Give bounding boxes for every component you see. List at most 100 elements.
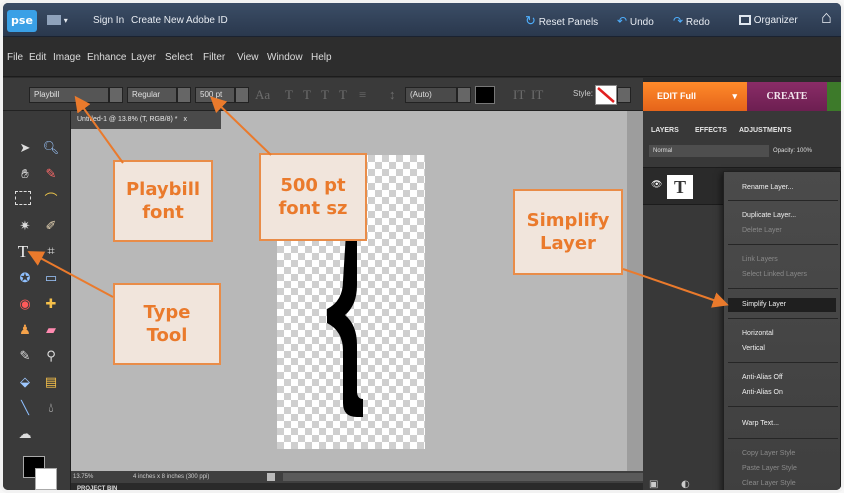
reset-panels-button[interactable]: ↻ Reset Panels: [525, 13, 598, 29]
vertical-scrollbar[interactable]: [627, 111, 643, 471]
menu-file[interactable]: File: [7, 52, 23, 63]
status-arrow-icon[interactable]: [267, 473, 275, 481]
lasso-tool-icon[interactable]: ⌒: [41, 191, 61, 211]
close-icon[interactable]: x: [183, 116, 187, 123]
menu-help[interactable]: Help: [311, 52, 332, 63]
menu-item-simplify-layer[interactable]: Simplify Layer: [728, 298, 836, 312]
font-size-field[interactable]: 500 pt: [195, 87, 235, 103]
style-dropdown[interactable]: [617, 87, 631, 103]
redo-button[interactable]: ↷ Redo: [673, 13, 710, 29]
document-tab[interactable]: Untitled-1 @ 13.8% (T, RGB/8) * x: [71, 111, 221, 129]
menu-item-anti-alias-off[interactable]: Anti-Alias Off: [742, 374, 783, 381]
tab-share[interactable]: [827, 82, 841, 111]
mode-tabs: EDIT Full ▾ CREATE: [643, 78, 841, 111]
eye-icon[interactable]: 👁︎: [651, 180, 662, 190]
create-adobe-id-link[interactable]: Create New Adobe ID: [131, 13, 228, 29]
clone-stamp-tool-icon[interactable]: ♟: [15, 321, 35, 341]
menu-item-duplicate-layer[interactable]: Duplicate Layer...: [742, 212, 796, 219]
background-color-swatch[interactable]: [35, 468, 57, 490]
menu-view[interactable]: View: [237, 52, 259, 63]
tab-edit-full[interactable]: EDIT Full ▾: [643, 82, 747, 111]
menu-enhance[interactable]: Enhance: [87, 52, 126, 63]
leading-field[interactable]: (Auto): [405, 87, 457, 103]
zoom-level[interactable]: 13.75%: [73, 471, 93, 483]
menu-item-anti-alias-on[interactable]: Anti-Alias On: [742, 389, 783, 396]
workspace-menu-button[interactable]: ▾: [47, 13, 68, 29]
menu-edit[interactable]: Edit: [29, 52, 46, 63]
menu-item-link-layers: Link Layers: [742, 256, 778, 263]
move-tool-icon[interactable]: ➤: [15, 139, 35, 159]
healing-brush-tool-icon[interactable]: ✚: [41, 295, 61, 315]
text-color-swatch[interactable]: [475, 86, 495, 104]
tab-create[interactable]: CREATE: [747, 82, 827, 111]
brush-tool-icon[interactable]: ✎: [15, 347, 35, 367]
eraser-tool-icon[interactable]: ▰: [41, 321, 61, 341]
blend-mode-select[interactable]: Normal: [649, 145, 769, 157]
document-size: 4 inches x 8 inches (300 ppi): [133, 474, 210, 480]
quick-selection-tool-icon[interactable]: ✐: [41, 217, 61, 237]
menu-item-warp-text[interactable]: Warp Text...: [742, 420, 779, 427]
hand-tool-icon[interactable]: ✋︎: [15, 165, 35, 185]
tab-edit-label: EDIT Full: [657, 91, 696, 101]
faux-bold-icon[interactable]: T: [285, 87, 293, 103]
straighten-tool-icon[interactable]: ▭: [41, 269, 61, 289]
status-bar: 13.75% 4 inches x 8 inches (300 ppi): [71, 471, 643, 483]
sign-in-link[interactable]: Sign In: [93, 13, 124, 29]
tab-effects[interactable]: EFFECTS: [695, 127, 727, 134]
horizontal-scrollbar[interactable]: [283, 473, 643, 481]
menu-item-delete-layer: Delete Layer: [742, 227, 782, 234]
menu-separator: [728, 244, 838, 245]
type-tool-icon[interactable]: T: [13, 242, 33, 262]
faux-italic-icon[interactable]: T: [303, 87, 311, 103]
tab-layers[interactable]: LAYERS: [651, 127, 679, 134]
menu-image[interactable]: Image: [53, 52, 81, 63]
menu-item-vertical[interactable]: Vertical: [742, 345, 765, 352]
callout-simplify-layer: Simplify Layer: [513, 189, 623, 275]
orientation-icon[interactable]: IT: [513, 87, 525, 103]
callout-playbill-text: Playbill font: [125, 178, 201, 223]
blur-tool-icon[interactable]: 💧︎: [41, 399, 61, 419]
warp-text-icon[interactable]: IT: [531, 87, 543, 103]
menu-filter[interactable]: Filter: [203, 52, 225, 63]
align-icon[interactable]: ≡: [359, 87, 366, 103]
font-family-field[interactable]: Playbill: [29, 87, 109, 103]
opacity-field[interactable]: Opacity: 100%: [773, 145, 812, 157]
leading-dropdown[interactable]: [457, 87, 471, 103]
smart-brush-tool-icon[interactable]: ⚲: [41, 347, 61, 367]
red-eye-tool-icon[interactable]: ◉: [15, 295, 35, 315]
style-swatch[interactable]: [595, 85, 617, 105]
callout-playbill-font: Playbill font: [113, 160, 213, 242]
new-layer-icon[interactable]: ▣: [649, 479, 658, 490]
paint-bucket-tool-icon[interactable]: ⬙: [15, 373, 35, 393]
gradient-tool-icon[interactable]: ▤: [41, 373, 61, 393]
panel-tabs: LAYERS EFFECTS ADJUSTMENTS: [643, 125, 841, 139]
undo-button[interactable]: ↶ Undo: [617, 13, 654, 29]
project-bin-bar[interactable]: PROJECT BIN: [71, 483, 643, 490]
menu-select[interactable]: Select: [165, 52, 193, 63]
tab-adjustments[interactable]: ADJUSTMENTS: [739, 127, 792, 134]
shape-tool-icon[interactable]: ╲: [15, 399, 35, 419]
underline-icon[interactable]: T: [321, 87, 329, 103]
cookie-cutter-tool-icon[interactable]: ✪: [15, 269, 35, 289]
eyedropper-tool-icon[interactable]: ✎: [41, 165, 61, 185]
font-size-dropdown[interactable]: [235, 87, 249, 103]
font-family-dropdown[interactable]: [109, 87, 123, 103]
document-tab-label: Untitled-1 @ 13.8% (T, RGB/8) *: [77, 116, 178, 123]
font-style-field[interactable]: Regular: [127, 87, 177, 103]
home-icon[interactable]: ⌂: [821, 8, 832, 26]
chevron-down-icon: ▾: [63, 16, 68, 25]
organizer-button[interactable]: Organizer: [739, 13, 798, 29]
menu-item-rename-layer[interactable]: Rename Layer...: [742, 184, 793, 191]
menu-layer[interactable]: Layer: [131, 52, 156, 63]
marquee-tool-icon[interactable]: [15, 191, 31, 205]
crop-tool-icon[interactable]: ⌗: [41, 242, 61, 262]
strikethrough-icon[interactable]: T: [339, 87, 347, 103]
font-style-dropdown[interactable]: [177, 87, 191, 103]
adjustment-layer-icon[interactable]: ◐: [681, 479, 690, 490]
sponge-tool-icon[interactable]: ☁︎: [15, 425, 35, 445]
menu-bar: File Edit Image Enhance Layer Select Fil…: [3, 37, 841, 77]
zoom-tool-icon[interactable]: 🔍︎: [41, 139, 61, 159]
menu-item-horizontal[interactable]: Horizontal: [742, 330, 774, 337]
menu-window[interactable]: Window: [267, 52, 303, 63]
magic-wand-tool-icon[interactable]: ✷: [15, 217, 35, 237]
